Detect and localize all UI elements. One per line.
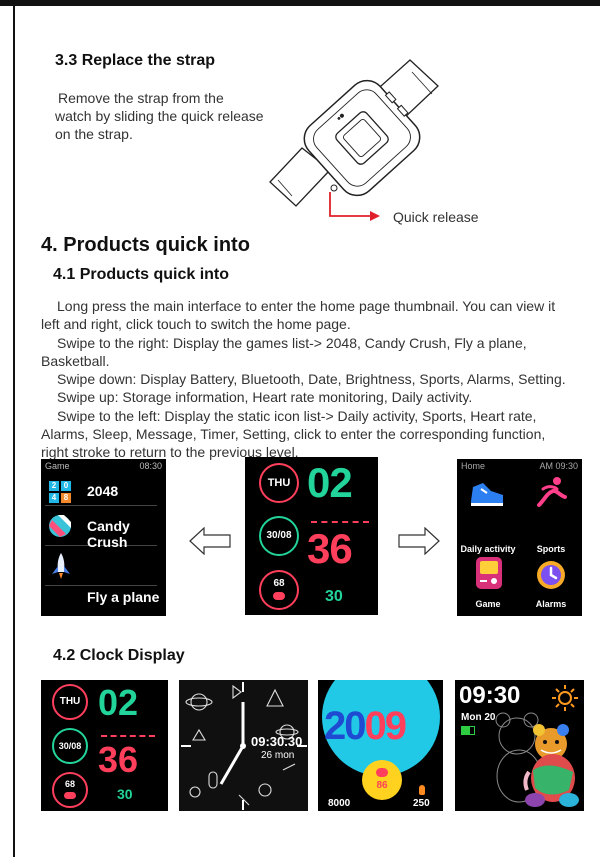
day-badge: THU [259,463,299,503]
sports-icon[interactable] [535,475,569,509]
page-top-border [0,0,600,6]
face3-year: 2009 [324,704,407,749]
heading-4-1: 4.1 Products quick into [53,266,230,283]
arrow-right-icon [398,527,440,555]
teddy-bear-illustration [495,712,579,807]
heading-3-3: 3.3 Replace the strap [55,52,216,69]
game-screen-time: 08:30 [139,461,162,471]
home-item-alarms[interactable]: Alarms [520,599,582,609]
sun-icon [552,685,578,711]
clock-minute: 36 [98,739,139,780]
clock-face-2: 09:30.30 26 mon [179,680,308,811]
clock-seconds: 30 [117,786,133,802]
heart-badge: 68 [259,570,299,610]
arrow-left-icon [189,527,231,555]
alarm-icon[interactable] [535,557,567,591]
face3-cal: 250 [413,798,430,809]
clock-face-3: 2009 86 8000 250 [318,680,443,811]
face3-year-a: 20 [324,704,366,748]
game-item-candy-crush[interactable]: Candy Crush [87,518,166,550]
clock-minute: 36 [307,525,353,572]
heart-icon [64,792,76,799]
game-2048-icon[interactable]: 2 0 4 8 [49,481,71,503]
clock-hour: 02 [98,682,139,723]
game-screen-title: Game [45,461,70,471]
para-line-1: Long press the main interface to enter t… [57,298,556,314]
clock-hour: 02 [307,459,353,506]
para-line-6: Swipe up: Storage information, Heart rat… [57,389,473,406]
watch-strap-illustration [269,59,439,221]
heart-icon [376,768,388,777]
date-badge: 30/08 [52,728,88,764]
home-screen: Home AM 09:30 Daily activity Sports Game… [457,459,582,616]
game-item-2048[interactable]: 2048 [87,483,118,499]
home-item-sports[interactable]: Sports [520,544,582,554]
divider [45,505,157,506]
battery-icon [461,726,475,735]
face3-heart: 86 [376,780,388,791]
daily-activity-icon[interactable] [467,477,507,507]
face4-time: 09:30 [459,682,521,709]
candy-crush-icon[interactable] [48,514,72,538]
game-list-screen: Game 08:30 2 0 4 8 2048 Candy Crush Fly … [41,459,166,616]
heart-value: 68 [273,578,285,589]
strap-line-1: Remove the strap from the [58,90,224,106]
tile: 0 [61,481,71,491]
heart-value: 68 [64,779,75,789]
face2-date: 26 mon [261,750,295,761]
heart-badge: 68 [52,772,88,808]
face3-year-b: 09 [364,704,407,748]
face3-steps: 8000 [328,798,351,809]
para-line-5: Swipe down: Display Battery, Bluetooth, … [57,371,566,388]
tile: 2 [49,481,59,491]
strap-line-3: on the strap. [55,126,133,142]
quick-release-label: Quick release [393,209,479,225]
clock-face-1: THU 30/08 68 02 36 30 [41,680,168,811]
para-line-2: left and right, click touch to switch th… [41,316,351,333]
divider [45,585,157,586]
home-screen-title: Home [461,461,486,471]
para-line-4: Basketball. [41,352,110,369]
plane-icon[interactable] [49,552,73,580]
home-item-game[interactable]: Game [457,599,519,609]
strap-instructions: Remove the strap from the watch by slidi… [55,89,270,143]
page-left-border [13,0,15,857]
heart-icon [273,592,285,600]
clock-face-4: 09:30 Mon 20 [455,680,584,811]
para-line-3: Swipe to the right: Display the games li… [57,334,527,351]
clock-divider [101,735,155,737]
para-line-7: Swipe to the left: Display the static ic… [57,407,537,424]
products-paragraph: Long press the main interface to enter t… [41,297,596,462]
game-icon[interactable] [474,555,504,591]
heading-4-2: 4.2 Clock Display [53,647,185,664]
game-item-fly-a-plane[interactable]: Fly a plane [87,589,159,605]
para-line-8: Alarms, Sleep, Message, Timer, Setting, … [41,426,546,443]
strap-line-2: watch by sliding the quick release [55,108,264,124]
clock-divider [311,521,369,523]
face2-time: 09:30.30 [251,734,303,749]
clock-face-main: THU 30/08 68 02 36 30 [245,457,378,615]
home-item-daily-activity[interactable]: Daily activity [457,544,519,554]
flame-icon [419,785,425,795]
tile: 4 [49,493,59,503]
date-badge: 30/08 [259,516,299,556]
clock-seconds: 30 [325,588,343,605]
heart-bubble: 86 [362,760,402,800]
heading-4: 4. Products quick into [41,234,250,256]
home-screen-time: AM 09:30 [539,461,578,471]
day-badge: THU [52,684,88,720]
tile: 8 [61,493,71,503]
